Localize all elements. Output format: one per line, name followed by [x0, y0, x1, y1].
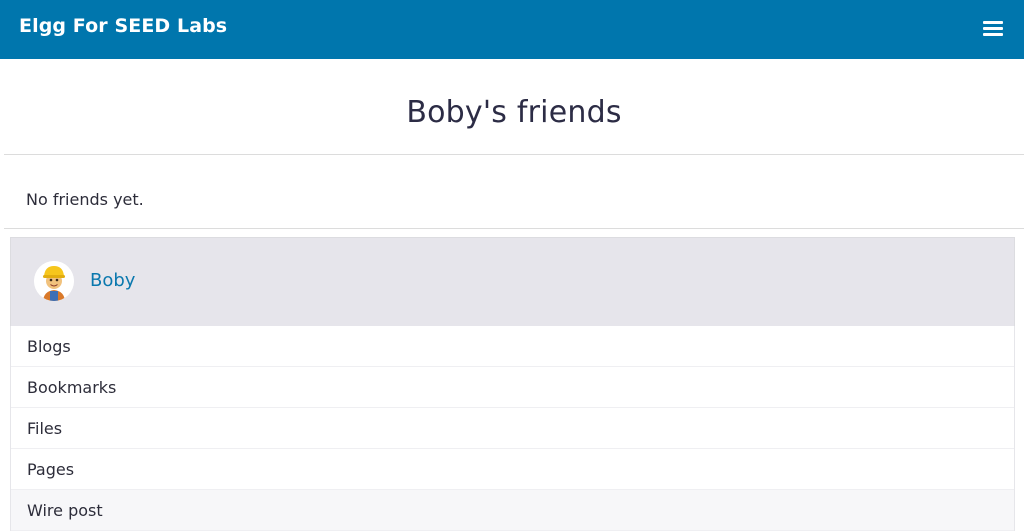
- site-title-link[interactable]: Elgg For SEED Labs: [19, 15, 227, 37]
- owner-menu: Blogs Bookmarks Files Pages Wire post: [10, 326, 1015, 531]
- page-title: Boby's friends: [406, 95, 622, 130]
- friends-list-area: No friends yet.: [4, 156, 1024, 229]
- hamburger-menu-icon[interactable]: [983, 19, 1003, 37]
- owner-menu-item-bookmarks[interactable]: Bookmarks: [11, 367, 1014, 408]
- owner-menu-item-label: Bookmarks: [27, 378, 117, 397]
- owner-block: Boby: [10, 237, 1015, 326]
- owner-menu-item-label: Wire post: [27, 501, 103, 520]
- top-bar: Elgg For SEED Labs: [0, 0, 1024, 59]
- page-title-area: Boby's friends: [4, 59, 1024, 155]
- owner-menu-item-pages[interactable]: Pages: [11, 449, 1014, 490]
- owner-menu-item-label: Pages: [27, 460, 75, 479]
- owner-menu-item-wire[interactable]: Wire post: [11, 490, 1014, 531]
- owner-menu-item-label: Files: [27, 419, 63, 438]
- no-friends-message: No friends yet.: [26, 190, 144, 209]
- owner-menu-item-files[interactable]: Files: [11, 408, 1014, 449]
- user-avatar-icon[interactable]: [34, 261, 74, 301]
- owner-menu-item-label: Blogs: [27, 337, 71, 356]
- owner-profile-link[interactable]: Boby: [90, 270, 135, 291]
- owner-menu-item-blogs[interactable]: Blogs: [11, 326, 1014, 367]
